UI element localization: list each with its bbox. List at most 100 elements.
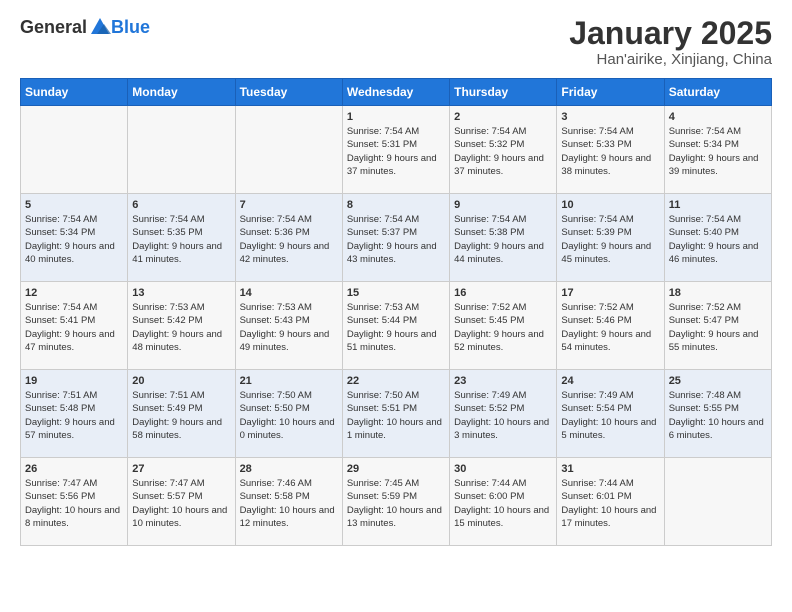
- calendar-cell: 8 Sunrise: 7:54 AM Sunset: 5:37 PM Daylig…: [342, 194, 449, 282]
- day-info: Sunrise: 7:51 AM Sunset: 5:49 PM Dayligh…: [132, 389, 230, 442]
- calendar-cell: [235, 106, 342, 194]
- calendar-cell: 6 Sunrise: 7:54 AM Sunset: 5:35 PM Daylig…: [128, 194, 235, 282]
- day-info: Sunrise: 7:52 AM Sunset: 5:46 PM Dayligh…: [561, 301, 659, 354]
- calendar-cell: 16Sunrise: 7:52 AM Sunset: 5:45 PM Dayli…: [450, 282, 557, 370]
- day-number: 19: [25, 375, 123, 387]
- day-info: Sunrise: 7:44 AM Sunset: 6:00 PM Dayligh…: [454, 477, 552, 530]
- weekday-header-thursday: Thursday: [450, 79, 557, 106]
- day-number: 22: [347, 375, 445, 387]
- day-number: 13: [132, 287, 230, 299]
- day-number: 17: [561, 287, 659, 299]
- logo: General Blue: [20, 16, 150, 38]
- day-number: 21: [240, 375, 338, 387]
- day-number: 8: [347, 199, 445, 211]
- calendar-cell: 9 Sunrise: 7:54 AM Sunset: 5:38 PM Daylig…: [450, 194, 557, 282]
- calendar-cell: 7 Sunrise: 7:54 AM Sunset: 5:36 PM Daylig…: [235, 194, 342, 282]
- day-info: Sunrise: 7:47 AM Sunset: 5:57 PM Dayligh…: [132, 477, 230, 530]
- day-info: Sunrise: 7:53 AM Sunset: 5:43 PM Dayligh…: [240, 301, 338, 354]
- day-number: 26: [25, 463, 123, 475]
- week-row-5: 26 Sunrise: 7:47 AM Sunset: 5:56 PM Dayli…: [21, 458, 772, 546]
- header: General Blue January 2025 Han'airike, Xi…: [20, 16, 772, 68]
- day-info: Sunrise: 7:44 AM Sunset: 6:01 PM Dayligh…: [561, 477, 659, 530]
- calendar-cell: 29Sunrise: 7:45 AM Sunset: 5:59 PM Dayli…: [342, 458, 449, 546]
- day-info: Sunrise: 7:54 AM Sunset: 5:39 PM Dayligh…: [561, 213, 659, 266]
- calendar-title: January 2025: [569, 16, 772, 51]
- calendar-cell: 4 Sunrise: 7:54 AM Sunset: 5:34 PM Daylig…: [664, 106, 771, 194]
- day-number: 25: [669, 375, 767, 387]
- logo-general: General: [20, 17, 87, 38]
- day-number: 30: [454, 463, 552, 475]
- day-info: Sunrise: 7:47 AM Sunset: 5:56 PM Dayligh…: [25, 477, 123, 530]
- weekday-header-monday: Monday: [128, 79, 235, 106]
- day-info: Sunrise: 7:53 AM Sunset: 5:44 PM Dayligh…: [347, 301, 445, 354]
- day-number: 2: [454, 111, 552, 123]
- day-number: 15: [347, 287, 445, 299]
- day-info: Sunrise: 7:50 AM Sunset: 5:50 PM Dayligh…: [240, 389, 338, 442]
- day-number: 10: [561, 199, 659, 211]
- weekday-header-friday: Friday: [557, 79, 664, 106]
- day-number: 4: [669, 111, 767, 123]
- day-info: Sunrise: 7:49 AM Sunset: 5:54 PM Dayligh…: [561, 389, 659, 442]
- day-number: 18: [669, 287, 767, 299]
- day-info: Sunrise: 7:54 AM Sunset: 5:33 PM Dayligh…: [561, 125, 659, 178]
- day-number: 20: [132, 375, 230, 387]
- calendar-cell: [128, 106, 235, 194]
- day-number: 1: [347, 111, 445, 123]
- logo-blue: Blue: [111, 17, 150, 38]
- day-number: 6: [132, 199, 230, 211]
- day-info: Sunrise: 7:54 AM Sunset: 5:34 PM Dayligh…: [669, 125, 767, 178]
- day-info: Sunrise: 7:50 AM Sunset: 5:51 PM Dayligh…: [347, 389, 445, 442]
- calendar-cell: 14Sunrise: 7:53 AM Sunset: 5:43 PM Dayli…: [235, 282, 342, 370]
- week-row-1: 1 Sunrise: 7:54 AM Sunset: 5:31 PM Daylig…: [21, 106, 772, 194]
- calendar-cell: 18Sunrise: 7:52 AM Sunset: 5:47 PM Dayli…: [664, 282, 771, 370]
- calendar-cell: 5Sunrise: 7:54 AM Sunset: 5:34 PM Daylig…: [21, 194, 128, 282]
- calendar-cell: 26 Sunrise: 7:47 AM Sunset: 5:56 PM Dayli…: [21, 458, 128, 546]
- day-number: 23: [454, 375, 552, 387]
- weekday-header-saturday: Saturday: [664, 79, 771, 106]
- day-info: Sunrise: 7:48 AM Sunset: 5:55 PM Dayligh…: [669, 389, 767, 442]
- calendar-cell: 31Sunrise: 7:44 AM Sunset: 6:01 PM Dayli…: [557, 458, 664, 546]
- day-number: 3: [561, 111, 659, 123]
- day-number: 24: [561, 375, 659, 387]
- calendar-cell: 19Sunrise: 7:51 AM Sunset: 5:48 PM Dayli…: [21, 370, 128, 458]
- day-number: 7: [240, 199, 338, 211]
- day-number: 12: [25, 287, 123, 299]
- day-info: Sunrise: 7:53 AM Sunset: 5:42 PM Dayligh…: [132, 301, 230, 354]
- day-number: 28: [240, 463, 338, 475]
- day-info: Sunrise: 7:54 AM Sunset: 5:40 PM Dayligh…: [669, 213, 767, 266]
- day-info: Sunrise: 7:49 AM Sunset: 5:52 PM Dayligh…: [454, 389, 552, 442]
- calendar-cell: 3 Sunrise: 7:54 AM Sunset: 5:33 PM Daylig…: [557, 106, 664, 194]
- calendar-cell: 15 Sunrise: 7:53 AM Sunset: 5:44 PM Dayli…: [342, 282, 449, 370]
- calendar-page: General Blue January 2025 Han'airike, Xi…: [0, 0, 792, 562]
- title-block: January 2025 Han'airike, Xinjiang, China: [569, 16, 772, 68]
- calendar-cell: 10 Sunrise: 7:54 AM Sunset: 5:39 PM Dayli…: [557, 194, 664, 282]
- calendar-cell: [664, 458, 771, 546]
- day-number: 9: [454, 199, 552, 211]
- day-info: Sunrise: 7:54 AM Sunset: 5:37 PM Dayligh…: [347, 213, 445, 266]
- calendar-cell: 23 Sunrise: 7:49 AM Sunset: 5:52 PM Dayli…: [450, 370, 557, 458]
- day-number: 11: [669, 199, 767, 211]
- day-info: Sunrise: 7:54 AM Sunset: 5:35 PM Dayligh…: [132, 213, 230, 266]
- day-info: Sunrise: 7:54 AM Sunset: 5:34 PM Dayligh…: [25, 213, 123, 266]
- calendar-cell: 22 Sunrise: 7:50 AM Sunset: 5:51 PM Dayli…: [342, 370, 449, 458]
- weekday-header-tuesday: Tuesday: [235, 79, 342, 106]
- calendar-cell: 12Sunrise: 7:54 AM Sunset: 5:41 PM Dayli…: [21, 282, 128, 370]
- calendar-cell: 25 Sunrise: 7:48 AM Sunset: 5:55 PM Dayli…: [664, 370, 771, 458]
- calendar-cell: 20 Sunrise: 7:51 AM Sunset: 5:49 PM Dayli…: [128, 370, 235, 458]
- weekday-header-wednesday: Wednesday: [342, 79, 449, 106]
- calendar-cell: 24 Sunrise: 7:49 AM Sunset: 5:54 PM Dayli…: [557, 370, 664, 458]
- calendar-cell: 21 Sunrise: 7:50 AM Sunset: 5:50 PM Dayli…: [235, 370, 342, 458]
- calendar-table: SundayMondayTuesdayWednesdayThursdayFrid…: [20, 78, 772, 546]
- day-info: Sunrise: 7:52 AM Sunset: 5:45 PM Dayligh…: [454, 301, 552, 354]
- calendar-cell: 2Sunrise: 7:54 AM Sunset: 5:32 PM Daylig…: [450, 106, 557, 194]
- calendar-cell: 11 Sunrise: 7:54 AM Sunset: 5:40 PM Dayli…: [664, 194, 771, 282]
- calendar-cell: 17 Sunrise: 7:52 AM Sunset: 5:46 PM Dayli…: [557, 282, 664, 370]
- weekday-header-sunday: Sunday: [21, 79, 128, 106]
- calendar-cell: 30 Sunrise: 7:44 AM Sunset: 6:00 PM Dayli…: [450, 458, 557, 546]
- day-info: Sunrise: 7:54 AM Sunset: 5:31 PM Dayligh…: [347, 125, 445, 178]
- day-number: 27: [132, 463, 230, 475]
- week-row-2: 5Sunrise: 7:54 AM Sunset: 5:34 PM Daylig…: [21, 194, 772, 282]
- logo-icon: [89, 16, 111, 38]
- day-info: Sunrise: 7:54 AM Sunset: 5:36 PM Dayligh…: [240, 213, 338, 266]
- day-info: Sunrise: 7:54 AM Sunset: 5:38 PM Dayligh…: [454, 213, 552, 266]
